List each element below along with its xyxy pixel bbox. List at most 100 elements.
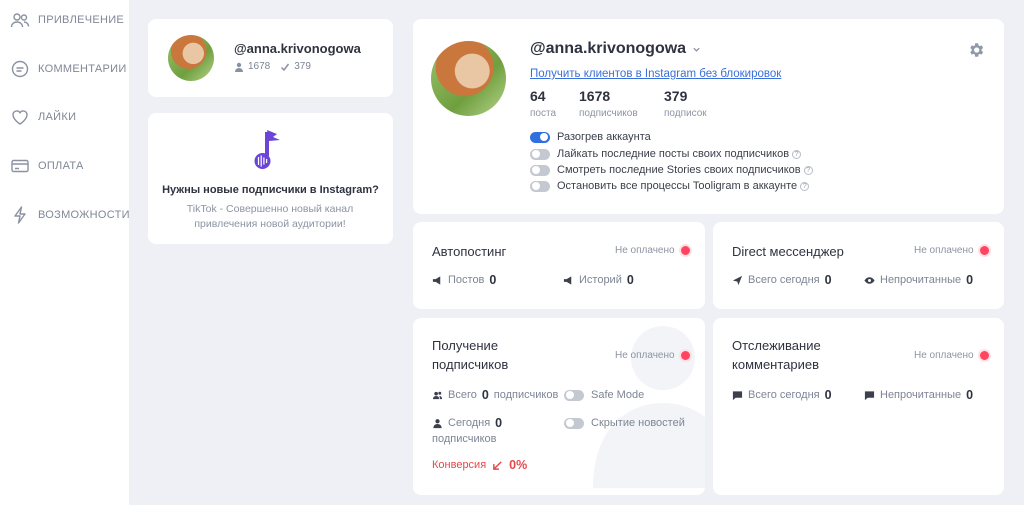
autoposting-title: Автопостинг bbox=[432, 244, 507, 259]
toggle-label: Лайкать последние посты своих подписчико… bbox=[557, 148, 790, 160]
profile-avatar bbox=[431, 41, 506, 116]
arrow-down-left-icon bbox=[493, 460, 502, 470]
toggle-label: Остановить все процессы Tooligram в акка… bbox=[557, 180, 798, 192]
status-dot bbox=[680, 351, 690, 360]
promo-description: TikTok - Совершенно новый канал привлече… bbox=[186, 203, 354, 230]
stat-posts: 64 поста bbox=[530, 88, 556, 119]
metric-value: 0 bbox=[966, 388, 974, 402]
comments-status: Не оплачено bbox=[914, 350, 989, 361]
info-icon[interactable]: ? bbox=[792, 149, 802, 159]
info-icon[interactable]: ? bbox=[803, 165, 813, 175]
followers-title: Получение подписчиков bbox=[432, 336, 508, 374]
sidebar-item-label: ВОЗМОЖНОСТИ bbox=[38, 209, 130, 221]
sidebar-item-label: ЛАЙКИ bbox=[38, 111, 77, 123]
metric-label: Историй bbox=[579, 274, 622, 286]
promo-title: Нужны новые подписчики в Instagram? bbox=[162, 184, 379, 196]
watch-stories-toggle[interactable] bbox=[530, 164, 550, 176]
safe-mode-toggle[interactable] bbox=[564, 389, 584, 401]
metric-label: Непрочитанные bbox=[880, 274, 962, 286]
comments-unread: Непрочитанные 0 bbox=[864, 388, 973, 402]
metric-value: 0 bbox=[489, 273, 497, 287]
users-icon bbox=[10, 13, 30, 28]
hide-news-row: Скрытие новостей bbox=[564, 416, 685, 430]
toggle-row-stop-all: Остановить все процессы Tooligram в акка… bbox=[530, 179, 810, 193]
gear-icon[interactable] bbox=[967, 41, 985, 59]
stat-following-caption: подписок bbox=[664, 108, 707, 119]
stat-following-value: 379 bbox=[664, 88, 688, 104]
send-icon bbox=[732, 275, 743, 285]
comments-today: Всего сегодня 0 bbox=[732, 388, 832, 402]
toggle-row-like-posts: Лайкать последние посты своих подписчико… bbox=[530, 147, 802, 161]
status-text: Не оплачено bbox=[615, 245, 675, 256]
toggle-label: Safe Mode bbox=[591, 389, 645, 401]
get-clients-link[interactable]: Получить клиентов в Instagram без блокир… bbox=[530, 68, 781, 80]
comments-title: Отслеживание комментариев bbox=[732, 336, 821, 374]
toggle-row-warmup: Разогрев аккаунта bbox=[530, 130, 651, 144]
followers-status: Не оплачено bbox=[615, 350, 690, 361]
sidebar-item-attraction[interactable]: ПРИВЛЕЧЕНИЕ bbox=[10, 9, 124, 31]
direct-status: Не оплачено bbox=[914, 245, 989, 256]
avatar bbox=[168, 35, 214, 81]
heart-icon bbox=[12, 110, 28, 125]
toggle-label: Скрытие новостей bbox=[591, 417, 685, 429]
autoposting-status: Не оплачено bbox=[615, 245, 690, 256]
megaphone-icon bbox=[432, 275, 441, 285]
sidebar-item-label: ПРИВЛЕЧЕНИЕ bbox=[38, 14, 125, 26]
metric-suffix: подписчиков bbox=[493, 389, 559, 401]
followers-title-line2: подписчиков bbox=[432, 357, 509, 372]
toggle-row-watch-stories: Смотреть последние Stories своих подписч… bbox=[530, 163, 813, 177]
status-dot bbox=[680, 246, 690, 255]
following-count: 379 bbox=[294, 61, 311, 72]
chat-icon bbox=[11, 60, 29, 78]
sidebar-item-likes[interactable]: ЛАЙКИ bbox=[10, 106, 76, 128]
status-text: Не оплачено bbox=[615, 350, 675, 361]
eye-icon bbox=[864, 276, 875, 284]
status-dot bbox=[979, 351, 989, 360]
sidebar-item-payment[interactable]: ОПЛАТА bbox=[10, 155, 84, 177]
conversion-value: 0% bbox=[509, 458, 528, 472]
sidebar-item-features[interactable]: ВОЗМОЖНОСТИ bbox=[10, 204, 130, 226]
direct-today: Всего сегодня 0 bbox=[732, 273, 832, 287]
status-text: Не оплачено bbox=[914, 245, 974, 256]
like-posts-toggle[interactable] bbox=[530, 148, 550, 160]
info-icon[interactable]: ? bbox=[800, 181, 810, 191]
chevron-down-icon bbox=[693, 47, 700, 52]
sidebar-item-comments[interactable]: КОММЕНТАРИИ bbox=[10, 58, 127, 80]
account-mini-stats: 1678 379 bbox=[234, 61, 311, 72]
hide-news-toggle[interactable] bbox=[564, 417, 584, 429]
conversion: Конверсия 0% bbox=[432, 458, 527, 472]
metric-label: Всего сегодня bbox=[748, 389, 820, 401]
stat-following: 379 подписок bbox=[664, 88, 707, 119]
warmup-toggle[interactable] bbox=[530, 131, 550, 143]
followers-today-suffix: подписчиков bbox=[432, 433, 497, 445]
sidebar-item-label: ОПЛАТА bbox=[38, 160, 84, 172]
stat-posts-caption: поста bbox=[530, 108, 557, 119]
stat-followers-value: 1678 bbox=[579, 88, 611, 104]
account-handle: @anna.krivonogowa bbox=[234, 41, 361, 56]
message-icon bbox=[864, 390, 875, 400]
followers-today: Сегодня 0 bbox=[432, 416, 502, 430]
autoposting-card[interactable] bbox=[413, 222, 705, 309]
direct-card[interactable] bbox=[713, 222, 1004, 309]
music-note-flag-icon bbox=[254, 130, 280, 169]
stat-followers: 1678 подписчиков bbox=[579, 88, 638, 119]
direct-title: Direct мессенджер bbox=[732, 244, 844, 259]
toggle-label: Разогрев аккаунта bbox=[557, 131, 651, 143]
followers-title-line1: Получение bbox=[432, 338, 499, 353]
toggle-label: Смотреть последние Stories своих подписч… bbox=[557, 164, 801, 176]
direct-unread: Непрочитанные 0 bbox=[864, 273, 973, 287]
status-dot bbox=[979, 246, 989, 255]
metric-label: Постов bbox=[448, 274, 485, 286]
sidebar-item-label: КОММЕНТАРИИ bbox=[38, 63, 127, 75]
metric-value: 0 bbox=[824, 273, 832, 287]
followers-total: Всего 0 подписчиков bbox=[432, 388, 558, 402]
user-watermark-icon bbox=[593, 326, 705, 488]
profile-handle-dropdown[interactable]: @anna.krivonogowa bbox=[530, 40, 701, 58]
comments-title-line2: комментариев bbox=[732, 357, 820, 372]
stop-all-toggle[interactable] bbox=[530, 180, 550, 192]
metric-value: 0 bbox=[824, 388, 832, 402]
stat-followers-caption: подписчиков bbox=[579, 108, 638, 119]
metric-label: Непрочитанные bbox=[880, 389, 962, 401]
stat-posts-value: 64 bbox=[530, 88, 546, 104]
autoposting-stories: Историй 0 bbox=[563, 273, 634, 287]
